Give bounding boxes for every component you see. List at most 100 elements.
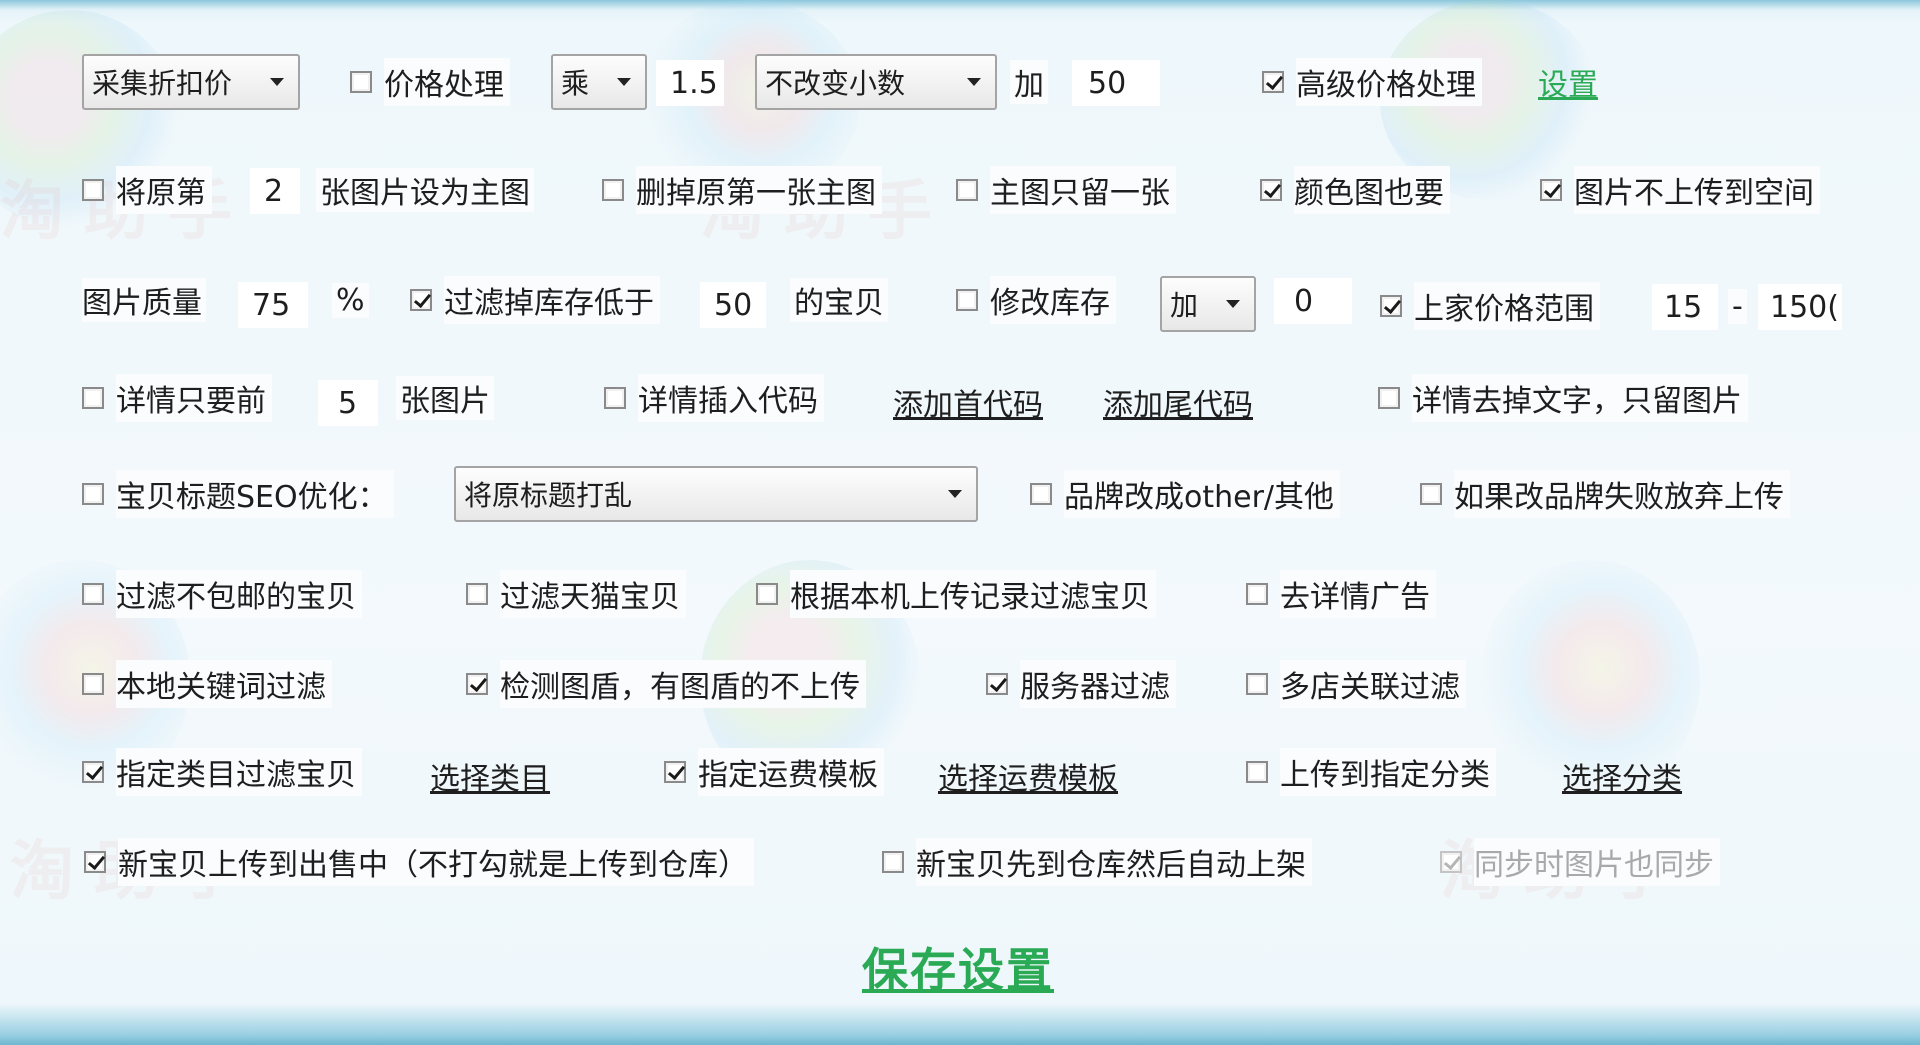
insert-code-checkbox[interactable] — [604, 387, 626, 409]
local-keyword-option[interactable]: 本地关键词过滤 — [82, 660, 332, 708]
no-upload-space-checkbox[interactable] — [1540, 179, 1562, 201]
price-source-select[interactable]: 采集折扣价 — [82, 54, 300, 110]
delete-first-option[interactable]: 删掉原第一张主图 — [602, 166, 882, 214]
seo-checkbox[interactable] — [82, 483, 104, 505]
choose-class-link[interactable]: 选择分类 — [1562, 752, 1682, 800]
stock-operator-select[interactable]: 加 — [1160, 276, 1256, 332]
brand-fail-option[interactable]: 如果改品牌失败放弃上传 — [1420, 470, 1790, 518]
detail-first-option[interactable]: 详情只要前 — [82, 374, 272, 422]
keep-one-option[interactable]: 主图只留一张 — [956, 166, 1176, 214]
filter-history-option[interactable]: 根据本机上传记录过滤宝贝 — [756, 570, 1156, 618]
keep-one-checkbox[interactable] — [956, 179, 978, 201]
detail-first-suffix: 张图片 — [396, 374, 494, 422]
filter-tmall-checkbox[interactable] — [466, 583, 488, 605]
main-image-checkbox[interactable] — [82, 179, 104, 201]
brand-other-checkbox[interactable] — [1030, 483, 1052, 505]
filter-stock-option[interactable]: 过滤掉库存低于 — [410, 276, 660, 324]
quality-input[interactable]: 75 — [238, 282, 308, 328]
price-process-checkbox[interactable] — [350, 71, 372, 93]
category-filter-option[interactable]: 指定类目过滤宝贝 — [82, 748, 362, 796]
chevron-down-icon — [948, 490, 962, 498]
price-operator-select[interactable]: 乘 — [551, 54, 647, 110]
modify-stock-checkbox[interactable] — [956, 289, 978, 311]
filter-row: 过滤不包邮的宝贝 过滤天猫宝贝 根据本机上传记录过滤宝贝 去详情广告 — [0, 570, 1920, 618]
server-filter-checkbox[interactable] — [986, 673, 1008, 695]
settings-link[interactable]: 设置 — [1538, 58, 1598, 106]
quality-stock-row: 图片质量 75 % 过滤掉库存低于 50 的宝贝 修改库存 加 0 上家价格范围… — [0, 276, 1920, 332]
remove-text-checkbox[interactable] — [1378, 387, 1400, 409]
main-image-option[interactable]: 将原第 — [82, 166, 212, 214]
choose-category-link[interactable]: 选择类目 — [430, 752, 550, 800]
chevron-down-icon — [617, 78, 631, 86]
quality-label: 图片质量 — [82, 276, 206, 324]
insert-code-option[interactable]: 详情插入代码 — [604, 374, 824, 422]
price-row: 采集折扣价 价格处理 乘 1.5 不改变小数 加 50 高级价格处理 设置 — [0, 54, 1920, 110]
upload-row: 新宝贝上传到出售中（不打勾就是上传到仓库） 新宝贝先到仓库然后自动上架 同步时图… — [0, 838, 1920, 886]
main-image-suffix: 张图片设为主图 — [316, 166, 534, 214]
shield-option[interactable]: 检测图盾，有图盾的不上传 — [466, 660, 866, 708]
choose-shipping-link[interactable]: 选择运费模板 — [938, 752, 1118, 800]
add-value-input[interactable]: 50 — [1072, 60, 1160, 106]
multi-shop-option[interactable]: 多店关联过滤 — [1246, 660, 1466, 708]
color-images-checkbox[interactable] — [1260, 179, 1282, 201]
price-min-input[interactable]: 15 — [1652, 284, 1718, 330]
seo-mode-select[interactable]: 将原标题打乱 — [454, 466, 978, 522]
filter-stock-checkbox[interactable] — [410, 289, 432, 311]
sync-images-checkbox — [1440, 851, 1462, 873]
shield-checkbox[interactable] — [466, 673, 488, 695]
remove-ads-option[interactable]: 去详情广告 — [1246, 570, 1436, 618]
add-label: 加 — [1010, 58, 1048, 106]
seo-row: 宝贝标题SEO优化： 将原标题打乱 品牌改成other/其他 如果改品牌失败放弃… — [0, 466, 1920, 522]
on-sale-checkbox[interactable] — [84, 851, 106, 873]
price-process-option[interactable]: 价格处理 — [350, 58, 510, 106]
on-sale-option[interactable]: 新宝贝上传到出售中（不打勾就是上传到仓库） — [84, 838, 754, 886]
remove-ads-checkbox[interactable] — [1246, 583, 1268, 605]
multiplier-input[interactable]: 1.5 — [656, 60, 724, 106]
add-tail-code-link[interactable]: 添加尾代码 — [1103, 378, 1253, 426]
stock-threshold-input[interactable]: 50 — [700, 282, 766, 328]
color-images-option[interactable]: 颜色图也要 — [1260, 166, 1450, 214]
price-range-option[interactable]: 上家价格范围 — [1380, 282, 1600, 330]
detail-first-checkbox[interactable] — [82, 387, 104, 409]
image-row: 将原第 2 张图片设为主图 删掉原第一张主图 主图只留一张 颜色图也要 图片不上… — [0, 166, 1920, 214]
category-filter-checkbox[interactable] — [82, 761, 104, 783]
range-dash: - — [1728, 282, 1747, 330]
warehouse-auto-option[interactable]: 新宝贝先到仓库然后自动上架 — [882, 838, 1312, 886]
seo-option[interactable]: 宝贝标题SEO优化： — [82, 470, 394, 518]
upload-category-checkbox[interactable] — [1246, 761, 1268, 783]
no-free-ship-checkbox[interactable] — [82, 583, 104, 605]
brand-fail-checkbox[interactable] — [1420, 483, 1442, 505]
warehouse-auto-checkbox[interactable] — [882, 851, 904, 873]
local-keyword-checkbox[interactable] — [82, 673, 104, 695]
filter-tmall-option[interactable]: 过滤天猫宝贝 — [466, 570, 686, 618]
advanced-price-option[interactable]: 高级价格处理 — [1262, 58, 1482, 106]
main-image-index-input[interactable]: 2 — [250, 168, 300, 214]
delete-first-checkbox[interactable] — [602, 179, 624, 201]
server-filter-option[interactable]: 服务器过滤 — [986, 660, 1176, 708]
chevron-down-icon — [1226, 300, 1240, 308]
price-max-input[interactable]: 150( — [1758, 284, 1842, 330]
remove-text-option[interactable]: 详情去掉文字，只留图片 — [1378, 374, 1748, 422]
brand-other-option[interactable]: 品牌改成other/其他 — [1030, 470, 1341, 518]
stock-delta-input[interactable]: 0 — [1274, 278, 1352, 324]
save-settings-button[interactable]: 保存设置 — [862, 934, 1054, 1000]
price-range-checkbox[interactable] — [1380, 295, 1402, 317]
category-row: 指定类目过滤宝贝 选择类目 指定运费模板 选择运费模板 上传到指定分类 选择分类 — [0, 748, 1920, 797]
filter-history-checkbox[interactable] — [756, 583, 778, 605]
add-head-code-link[interactable]: 添加首代码 — [893, 378, 1043, 426]
percent-label: % — [332, 276, 369, 324]
filter-stock-suffix: 的宝贝 — [790, 276, 888, 324]
shipping-template-option[interactable]: 指定运费模板 — [664, 748, 884, 796]
detail-count-input[interactable]: 5 — [318, 380, 378, 426]
chevron-down-icon — [270, 78, 284, 86]
multi-shop-checkbox[interactable] — [1246, 673, 1268, 695]
decimal-mode-select[interactable]: 不改变小数 — [755, 54, 997, 110]
shipping-template-checkbox[interactable] — [664, 761, 686, 783]
modify-stock-option[interactable]: 修改库存 — [956, 276, 1116, 324]
advanced-price-checkbox[interactable] — [1262, 71, 1284, 93]
no-upload-space-option[interactable]: 图片不上传到空间 — [1540, 166, 1820, 214]
no-free-ship-option[interactable]: 过滤不包邮的宝贝 — [82, 570, 362, 618]
chevron-down-icon — [967, 78, 981, 86]
detail-row: 详情只要前 5 张图片 详情插入代码 添加首代码 添加尾代码 详情去掉文字，只留… — [0, 374, 1920, 426]
upload-category-option[interactable]: 上传到指定分类 — [1246, 748, 1496, 796]
